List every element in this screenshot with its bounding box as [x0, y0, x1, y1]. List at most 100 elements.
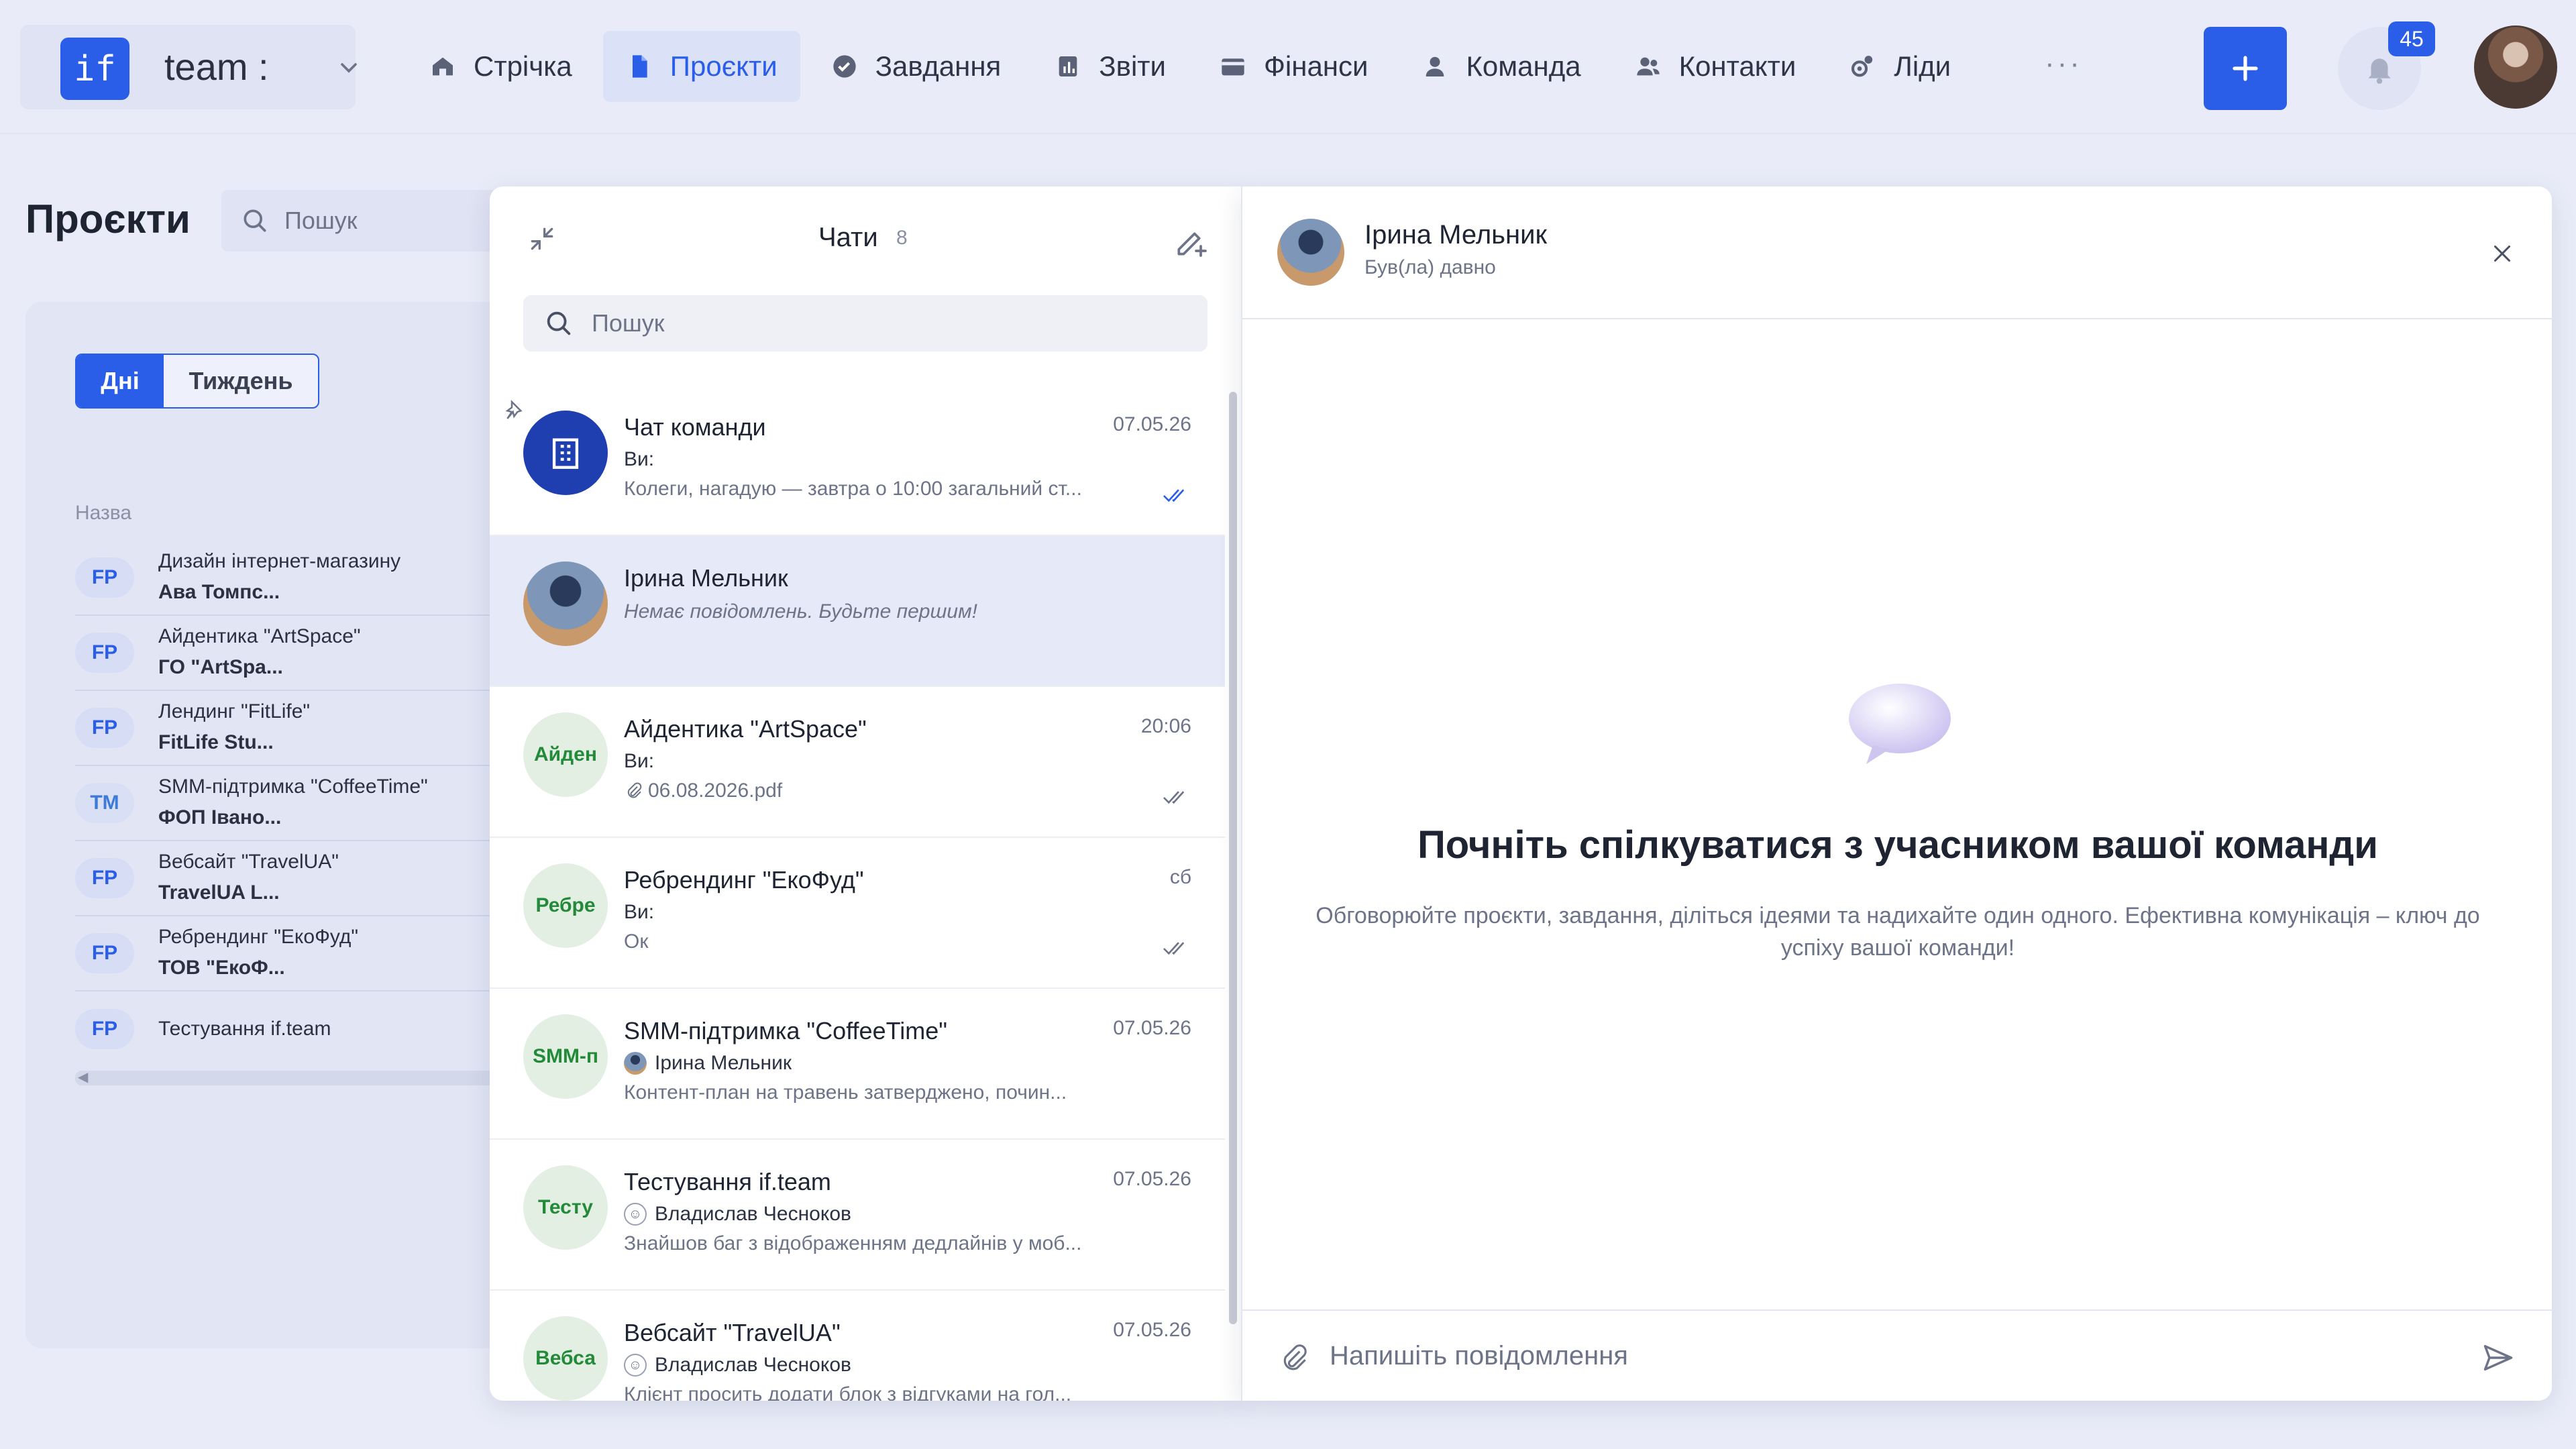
- message-input[interactable]: [1330, 1332, 2403, 1379]
- close-icon[interactable]: [2490, 241, 2514, 266]
- chat-preview: Ок: [624, 930, 649, 953]
- project-row[interactable]: FP Айдентика "ArtSpace" ГО "ArtSpa...: [75, 616, 538, 691]
- search-icon: [240, 206, 270, 235]
- nav-item-feed[interactable]: Стрічка: [407, 31, 595, 102]
- more-menu-button[interactable]: ···: [2045, 47, 2082, 80]
- chat-item[interactable]: Чат команди 07.05.26 Ви: Колеги, нагадую…: [490, 385, 1225, 536]
- chat-sender: Ірина Мельник: [624, 1052, 792, 1075]
- project-title: Дизайн інтернет-магазину: [158, 550, 401, 572]
- notifications-count-badge: 45: [2388, 21, 2435, 56]
- project-row[interactable]: FP Ребрендинг "ЕкоФуд" ТОВ "ЕкоФ...: [75, 916, 538, 991]
- chat-initials-avatar: SMM-п: [523, 1014, 608, 1099]
- empty-state-description: Обговорюйте проєкти, завдання, діліться …: [1316, 903, 2480, 961]
- project-title: Тестування if.team: [158, 1018, 331, 1040]
- chat-name: Вебсайт "TravelUA": [624, 1319, 841, 1346]
- chats-title: Чати: [818, 223, 878, 252]
- nav-label: Команда: [1466, 50, 1581, 82]
- new-chat-icon[interactable]: [1173, 223, 1210, 260]
- nav-item-team[interactable]: Команда: [1399, 31, 1603, 102]
- contact-avatar[interactable]: [1277, 219, 1344, 286]
- chat-item[interactable]: Тесту Тестування if.team 07.05.26 ☺ Влад…: [490, 1140, 1225, 1291]
- plus-icon: [2229, 52, 2261, 85]
- chevron-down-icon: [335, 54, 362, 81]
- chat-name: Ірина Мельник: [624, 564, 788, 592]
- project-client: ТОВ "ЕкоФ...: [158, 957, 285, 979]
- chat-item[interactable]: Вебса Вебсайт "TravelUA" 07.05.26 ☺ Влад…: [490, 1291, 1225, 1401]
- project-row[interactable]: FP Вебсайт "TravelUA" TravelUA L...: [75, 841, 538, 916]
- nav-item-contacts[interactable]: Контакти: [1612, 31, 1819, 102]
- double-check-icon: [1162, 486, 1191, 506]
- collapse-icon[interactable]: [527, 224, 557, 254]
- horizontal-scrollbar[interactable]: ◀: [75, 1069, 538, 1085]
- project-type-tag: FP: [75, 858, 134, 898]
- project-type-tag: FP: [75, 708, 134, 748]
- nav-item-reports[interactable]: Звіти: [1032, 31, 1189, 102]
- chats-count: 8: [896, 227, 908, 249]
- chat-item[interactable]: Айден Айдентика "ArtSpace" 20:06 Ви: 06.…: [490, 687, 1225, 838]
- chat-preview: Клієнт просить додати блок з відгуками н…: [624, 1383, 1072, 1401]
- brand-name: team :: [164, 46, 269, 88]
- wallet-icon: [1220, 53, 1246, 80]
- nav-item-finances[interactable]: Фінанси: [1197, 31, 1391, 102]
- chat-sender: Ви:: [624, 750, 655, 772]
- chat-initials-avatar: Айден: [523, 712, 608, 797]
- project-title: Айдентика "ArtSpace": [158, 625, 361, 647]
- chat-date: 20:06: [1140, 715, 1191, 737]
- document-icon: [626, 53, 653, 80]
- chat-date: 07.05.26: [1113, 1319, 1191, 1341]
- project-type-tag: TM: [75, 783, 134, 823]
- chat-search-input[interactable]: Пошук: [523, 295, 1208, 352]
- user-avatar[interactable]: [2474, 25, 2557, 109]
- chat-preview: Знайшов баг з відображенням дедлайнів у …: [624, 1232, 1082, 1254]
- projects-list: FP Дизайн інтернет-магазину Ава Томпс...…: [75, 541, 538, 1067]
- chat-sender: Ви:: [624, 901, 655, 923]
- chat-initials-avatar: Вебса: [523, 1316, 608, 1401]
- project-client: FitLife Stu...: [158, 731, 274, 753]
- workspace-switcher[interactable]: if team :: [20, 25, 357, 109]
- nav-label: Фінанси: [1263, 50, 1368, 82]
- project-row[interactable]: TM SMM-підтримка "CoffeeTime" ФОП Івано.…: [75, 766, 538, 841]
- chat-date: 07.05.26: [1113, 1168, 1191, 1190]
- home-icon: [429, 53, 456, 80]
- nav-label: Стрічка: [474, 50, 572, 82]
- report-icon: [1055, 53, 1081, 80]
- search-icon: [543, 308, 574, 339]
- project-title: Ребрендинг "ЕкоФуд": [158, 926, 359, 948]
- project-row[interactable]: FP Дизайн інтернет-магазину Ава Томпс...: [75, 541, 538, 616]
- chat-name: Тестування if.team: [624, 1168, 831, 1195]
- chat-item[interactable]: SMM-п SMM-підтримка "CoffeeTime" 07.05.2…: [490, 989, 1225, 1140]
- project-client: TravelUA L...: [158, 881, 280, 904]
- send-icon[interactable]: [2481, 1340, 2516, 1375]
- nav-item-tasks[interactable]: Завдання: [808, 31, 1024, 102]
- conversation-panel: Ірина Мельник Був(ла) давно Почніть спіл…: [1241, 186, 2553, 1401]
- chat-list-scroll-thumb[interactable]: [1229, 392, 1237, 1324]
- nav-label: Контакти: [1678, 50, 1796, 82]
- sender-name: Владислав Чесноков: [655, 1203, 851, 1225]
- toggle-days-button[interactable]: Дні: [76, 355, 164, 407]
- main-navigation: Стрічка Проєкти Завдання Звіти Фінанси К…: [407, 31, 1974, 102]
- nav-label: Ліди: [1894, 50, 1951, 82]
- chat-item[interactable]: Ребре Ребрендинг "ЕкоФуд" сб Ви: Ок: [490, 838, 1225, 989]
- toggle-week-button[interactable]: Тиждень: [164, 355, 318, 407]
- page-title: Проєкти: [25, 197, 191, 241]
- project-type-tag: FP: [75, 557, 134, 598]
- chats-panel: Чати 8 Пошук Чат команди 07.05.26 Ви: Ко…: [490, 186, 1241, 1401]
- chat-sender: ☺ Владислав Чесноков: [624, 1203, 851, 1226]
- chat-sender: Ви:: [624, 448, 655, 470]
- nav-item-projects[interactable]: Проєкти: [602, 31, 800, 102]
- add-button[interactable]: [2204, 27, 2287, 110]
- project-type-tag: FP: [75, 1009, 134, 1049]
- project-row[interactable]: FP Тестування if.team: [75, 991, 538, 1067]
- building-icon: [546, 433, 585, 472]
- pin-icon[interactable]: [502, 398, 529, 425]
- double-check-icon: [1162, 788, 1191, 808]
- projects-search-input[interactable]: Пошук: [221, 190, 523, 252]
- scroll-left-arrow-icon[interactable]: ◀: [78, 1069, 88, 1085]
- chat-initials-avatar: Ребре: [523, 863, 608, 948]
- chat-preview: Колеги, нагадую — завтра о 10:00 загальн…: [624, 478, 1082, 500]
- project-row[interactable]: FP Лендинг "FitLife" FitLife Stu...: [75, 691, 538, 766]
- nav-item-leads[interactable]: Ліди: [1827, 31, 1974, 102]
- contact-name[interactable]: Ірина Мельник: [1364, 220, 1547, 250]
- paperclip-icon[interactable]: [1277, 1342, 1311, 1375]
- chat-item[interactable]: Ірина Мельник Немає повідомлень. Будьте …: [490, 536, 1225, 687]
